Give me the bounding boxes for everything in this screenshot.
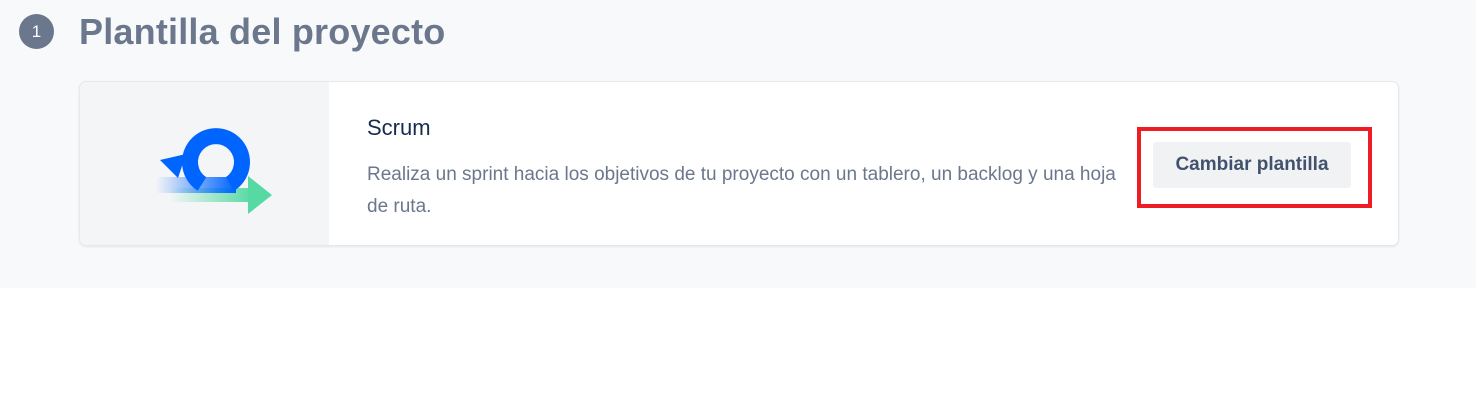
project-template-section: 1 Plantilla del proyecto Scrum Realiza u… — [0, 0, 1476, 288]
scrum-cycle-arrow-icon — [156, 128, 272, 214]
change-template-button[interactable]: Cambiar plantilla — [1153, 142, 1351, 188]
template-name: Scrum — [367, 115, 431, 140]
section-title: Plantilla del proyecto — [79, 11, 446, 52]
step-number-badge: 1 — [19, 14, 54, 49]
template-description: Realiza un sprint hacia los objetivos de… — [367, 164, 1116, 217]
template-illustration — [80, 82, 329, 245]
